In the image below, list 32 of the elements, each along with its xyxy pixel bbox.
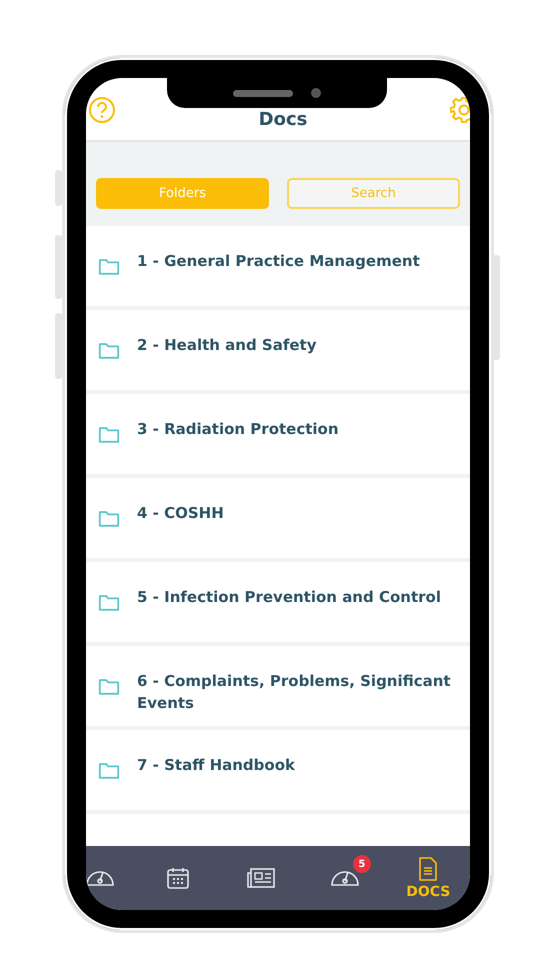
folder-name: 7 - Staff Handbook <box>137 755 295 776</box>
folder-row[interactable]: 6 - Complaints, Problems, Significant Events <box>86 646 470 726</box>
folder-row[interactable]: 3 - Radiation Protection <box>86 394 470 474</box>
settings-icon[interactable] <box>450 96 470 124</box>
folder-name: 4 - COSHH <box>137 503 224 524</box>
folder-name: 5 - Infection Prevention and Control <box>137 587 441 608</box>
calendar-icon <box>166 866 190 890</box>
newspaper-icon <box>246 866 276 890</box>
document-icon <box>418 856 438 882</box>
folder-icon <box>98 257 120 276</box>
folder-icon <box>98 509 120 528</box>
gauge-icon <box>86 870 114 886</box>
gauge-icon <box>330 870 359 886</box>
folder-row[interactable]: 1 - General Practice Management <box>86 226 470 306</box>
folder-icon <box>98 761 120 780</box>
folder-row[interactable]: 7 - Staff Handbook <box>86 730 470 810</box>
folder-icon <box>98 341 120 360</box>
nav-label: DOCS <box>406 884 450 900</box>
notification-badge: 5 <box>352 855 371 873</box>
folder-icon <box>98 425 120 444</box>
folder-name: 6 - Complaints, Problems, Significant Events <box>137 671 452 714</box>
folder-row[interactable]: 4 - COSHH <box>86 478 470 558</box>
folder-name: 2 - Health and Safety <box>137 335 317 356</box>
nav-tab[interactable]: 5 <box>303 846 387 910</box>
folder-row[interactable]: 2 - Health and Safety <box>86 310 470 390</box>
nav-tab[interactable]: DOCS <box>386 846 470 910</box>
folder-name: 1 - General Practice Management <box>137 251 420 272</box>
page-title: Docs <box>258 109 308 130</box>
folder-icon <box>98 677 120 696</box>
folder-icon <box>98 593 120 612</box>
folder-name: 3 - Radiation Protection <box>137 419 339 440</box>
folder-row[interactable]: 5 - Infection Prevention and Control <box>86 562 470 642</box>
